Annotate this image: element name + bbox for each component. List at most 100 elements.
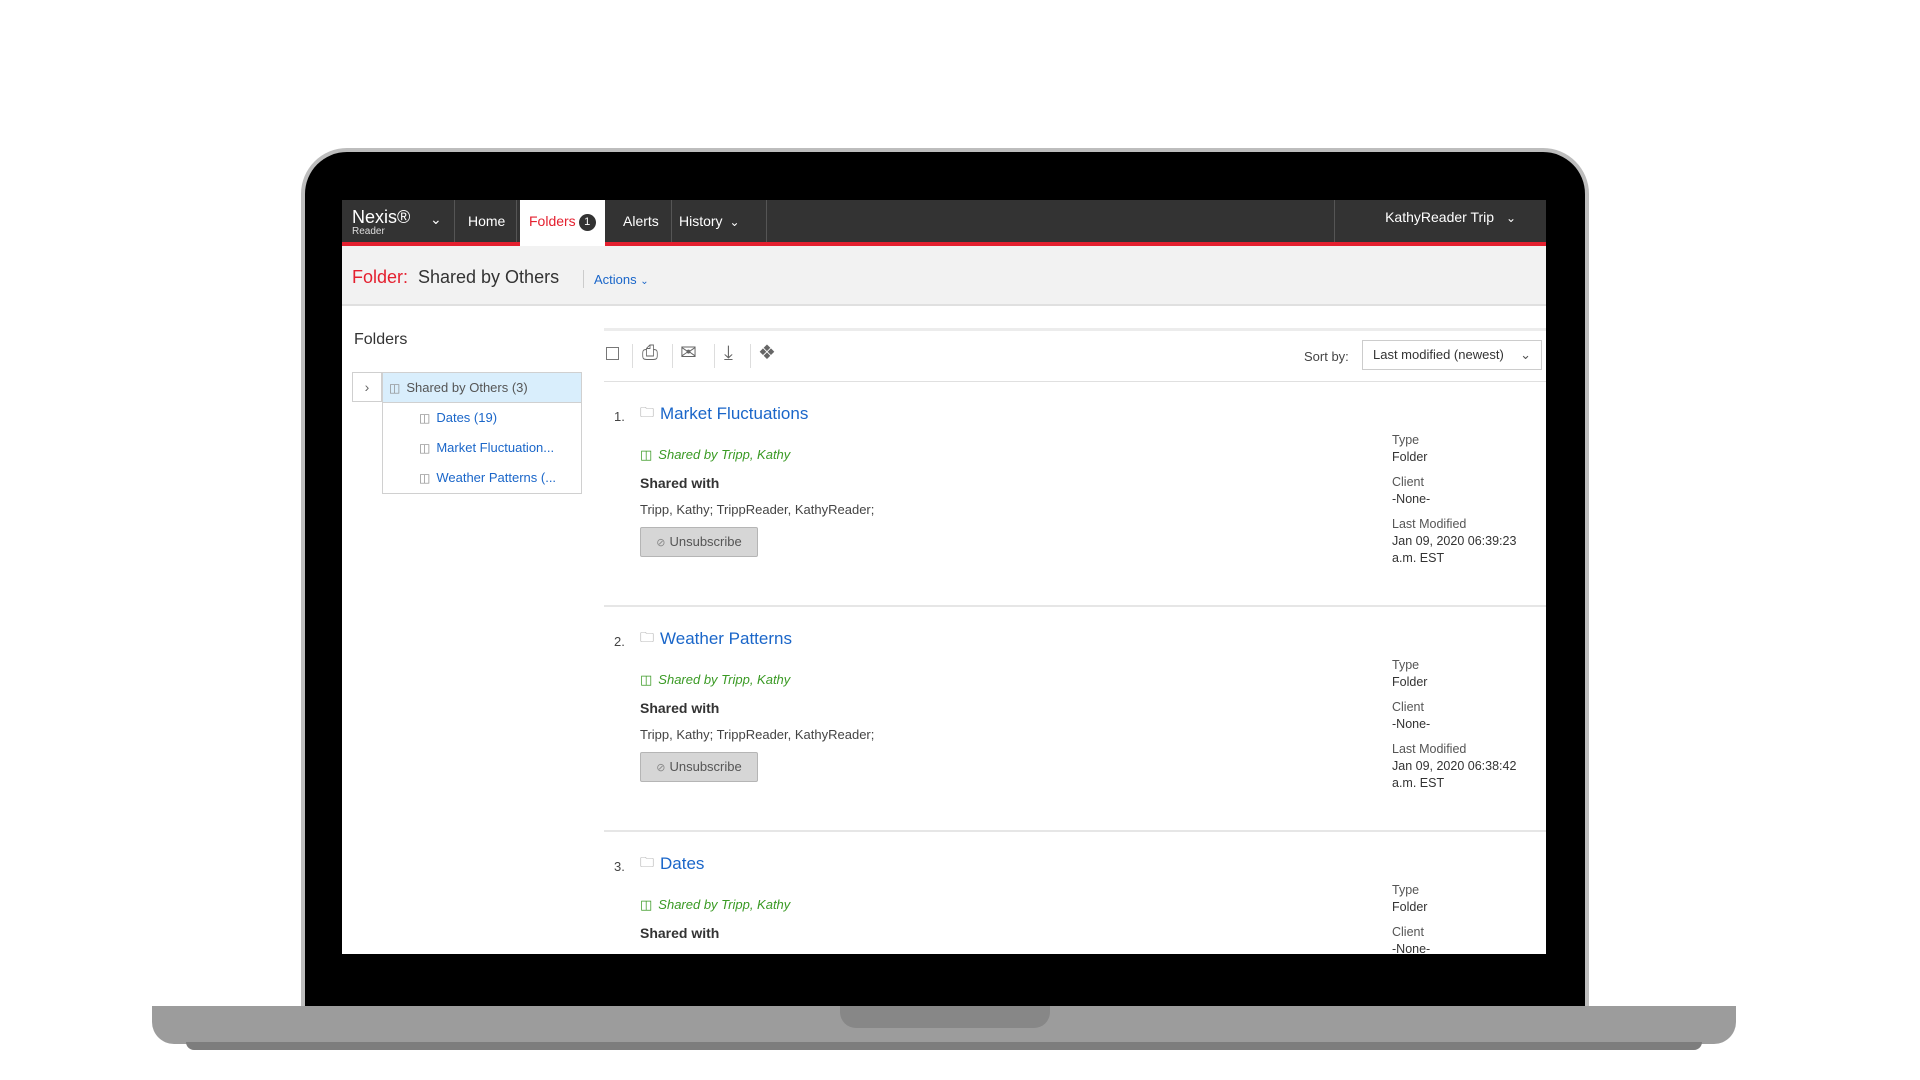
shared-by: ◫ Shared by Tripp, Kathy <box>640 897 790 913</box>
laptop-base-shadow <box>186 1042 1702 1050</box>
nexis-logo[interactable]: Nexis® Reader <box>352 208 410 237</box>
shared-folder-icon: ◫ <box>419 441 431 455</box>
shared-by: ◫ Shared by Tripp, Kathy <box>640 447 790 463</box>
result-item: 1. 🗀 Market Fluctuations ◫ Shared by Trip… <box>604 382 1546 607</box>
nav-history-label: History <box>679 213 723 229</box>
sort-label: Sort by: <box>1304 349 1349 364</box>
shared-folder-icon: ◫ <box>389 381 401 395</box>
modified-label: Last Modified <box>1392 517 1467 531</box>
result-title-link[interactable]: Market Fluctuations <box>660 404 808 424</box>
nav-divider <box>766 200 767 242</box>
shared-with-list: Tripp, Kathy; TrippReader, KathyReader; <box>640 727 875 742</box>
result-number: 3. <box>614 859 625 874</box>
nav-history[interactable]: History ⌄ <box>679 200 740 242</box>
actions-menu[interactable]: Actions ⌄ <box>594 272 649 287</box>
nav-divider <box>516 200 517 242</box>
sort-dropdown[interactable]: Last modified (newest) ⌄ <box>1362 340 1542 370</box>
modified-label: Last Modified <box>1392 742 1467 756</box>
nav-alerts[interactable]: Alerts <box>623 200 659 242</box>
results-toolbar: ⎙ ✉ ⤓ ❖ Sort by: Last modified (newest) … <box>604 328 1546 382</box>
tree-item-shared-by-others[interactable]: ◫ Shared by Others (3) <box>382 372 582 403</box>
user-menu[interactable]: KathyReader Trip ⌄ <box>1385 200 1516 242</box>
tree-item-weather-patterns[interactable]: ◫ Weather Patterns (... <box>382 463 582 494</box>
result-title-link[interactable]: Dates <box>660 854 704 874</box>
client-label: Client <box>1392 700 1424 714</box>
client-value: -None- <box>1392 717 1431 731</box>
result-number: 1. <box>614 409 625 424</box>
chevron-down-icon[interactable]: ⌄ <box>430 211 442 228</box>
laptop-screen: Nexis® Reader ⌄ Home Folders 1 Alerts His… <box>342 200 1546 954</box>
shared-with-label: Shared with <box>640 925 720 941</box>
client-value: -None- <box>1392 492 1431 506</box>
chevron-down-icon: ⌄ <box>729 215 740 229</box>
toolbar-divider <box>672 344 673 368</box>
tree-item-market-fluctuations[interactable]: ◫ Market Fluctuation... <box>382 433 582 464</box>
shared-folder-icon: ◫ <box>640 897 653 912</box>
dropbox-icon[interactable]: ❖ <box>758 341 776 365</box>
result-metadata: Type Folder Client -None- Last Modified … <box>1392 657 1542 800</box>
folder-icon: 🗀 <box>640 629 654 645</box>
client-value: -None- <box>1392 942 1431 954</box>
print-icon[interactable]: ⎙ <box>642 341 658 365</box>
shared-by-text: Shared by Tripp, Kathy <box>658 672 791 687</box>
select-all-checkbox[interactable] <box>606 347 619 360</box>
logo-main-text: Nexis® <box>352 207 411 227</box>
actions-label: Actions <box>594 272 637 287</box>
tree-item-dates[interactable]: ◫ Dates (19) <box>382 403 582 434</box>
result-metadata: Type Folder Client -None- <box>1392 882 1542 954</box>
unsubscribe-button[interactable]: ⊘ Unsubscribe <box>640 752 758 782</box>
nav-folders[interactable]: Folders 1 <box>520 200 605 246</box>
sort-value: Last modified (newest) <box>1373 347 1504 362</box>
download-icon[interactable]: ⤓ <box>724 341 733 365</box>
type-label: Type <box>1392 433 1420 447</box>
modified-value: Jan 09, 2020 06:38:42 a.m. EST <box>1392 759 1517 790</box>
type-value: Folder <box>1392 450 1428 464</box>
tree-item-label: Weather Patterns (... <box>436 470 557 485</box>
folder-icon: 🗀 <box>640 404 654 420</box>
modified-value: Jan 09, 2020 06:39:23 a.m. EST <box>1392 534 1517 565</box>
unsubscribe-button[interactable]: ⊘ Unsubscribe <box>640 527 758 557</box>
toolbar-divider <box>750 344 751 368</box>
user-name: KathyReader Trip <box>1385 209 1495 225</box>
shared-with-label: Shared with <box>640 475 720 491</box>
shared-folder-icon: ◫ <box>419 411 431 425</box>
chevron-right-icon: › <box>364 379 370 395</box>
shared-by: ◫ Shared by Tripp, Kathy <box>640 672 790 688</box>
sidebar-title: Folders <box>354 331 408 348</box>
shared-folder-icon: ◫ <box>419 471 431 485</box>
header-divider <box>583 270 584 288</box>
shared-folder-icon: ◫ <box>640 672 653 687</box>
top-navigation: Nexis® Reader ⌄ Home Folders 1 Alerts His… <box>342 200 1546 246</box>
chevron-down-icon: ⌄ <box>640 276 649 287</box>
shared-with-list: Tripp, Kathy; TrippReader, KathyReader; <box>640 502 875 517</box>
expand-toggle[interactable]: › <box>352 372 382 402</box>
nav-home[interactable]: Home <box>468 200 505 242</box>
toolbar-divider <box>632 344 633 368</box>
unsubscribe-icon: ⊘ <box>656 537 666 549</box>
shared-folder-icon: ◫ <box>640 447 653 462</box>
toolbar-divider <box>714 344 715 368</box>
shared-with-label: Shared with <box>640 700 720 716</box>
folders-count-badge: 1 <box>578 214 596 231</box>
laptop-notch <box>840 1006 1050 1028</box>
folder-name: Shared by Others <box>418 267 560 287</box>
chevron-down-icon: ⌄ <box>1505 211 1516 225</box>
nav-divider <box>1334 200 1335 242</box>
type-value: Folder <box>1392 675 1428 689</box>
result-item: 2. 🗀 Weather Patterns ◫ Shared by Tripp, … <box>604 607 1546 832</box>
logo-sub-text: Reader <box>352 226 385 237</box>
result-item: 3. 🗀 Dates ◫ Shared by Tripp, Kathy Share… <box>604 832 1546 954</box>
shared-by-text: Shared by Tripp, Kathy <box>658 447 791 462</box>
unsubscribe-icon: ⊘ <box>656 762 666 774</box>
type-label: Type <box>1392 883 1420 897</box>
tree-item-label: Shared by Others (3) <box>406 380 528 395</box>
unsubscribe-label: Unsubscribe <box>669 534 742 549</box>
nav-folders-label: Folders <box>529 213 576 229</box>
unsubscribe-label: Unsubscribe <box>669 759 742 774</box>
client-label: Client <box>1392 475 1424 489</box>
folder-header-bar: Folder: Shared by Others Actions ⌄ <box>342 246 1546 306</box>
nav-divider <box>454 200 455 242</box>
tree-item-label: Dates (19) <box>436 410 498 425</box>
result-title-link[interactable]: Weather Patterns <box>660 629 792 649</box>
email-icon[interactable]: ✉ <box>680 341 697 365</box>
